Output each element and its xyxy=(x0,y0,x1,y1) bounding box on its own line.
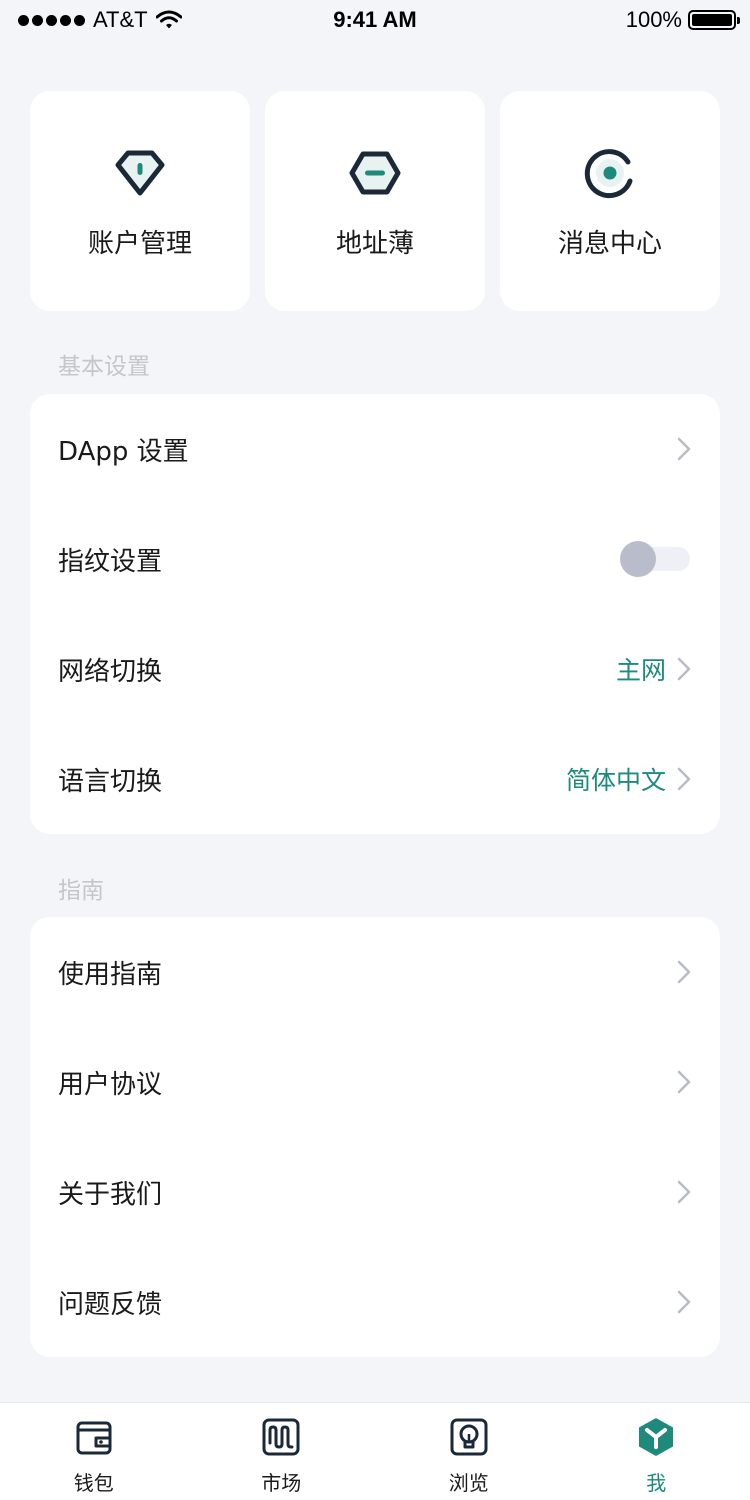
fingerprint-settings-label: 指纹设置 xyxy=(58,546,163,577)
user-guide-row[interactable]: 使用指南 xyxy=(30,917,720,1027)
tab-browse-label: 浏览 xyxy=(448,1471,489,1495)
about-us-label: 关于我们 xyxy=(58,1179,163,1210)
basic-settings-group: DApp 设置 指纹设置 网络切换 主网 语言切换 简体中文 xyxy=(30,394,720,834)
language-switch-row[interactable]: 语言切换 简体中文 xyxy=(30,724,720,834)
guide-group: 使用指南 用户协议 关于我们 问题反馈 xyxy=(30,917,720,1357)
fingerprint-settings-row: 指纹设置 xyxy=(30,504,720,614)
wifi-icon xyxy=(155,10,182,29)
tab-me-label: 我 xyxy=(646,1471,667,1495)
market-icon xyxy=(262,1418,300,1456)
user-guide-label: 使用指南 xyxy=(58,959,163,990)
chevron-right-icon xyxy=(677,1180,691,1204)
address-book-icon xyxy=(347,147,403,199)
tab-market-label: 市场 xyxy=(261,1471,302,1495)
signal-strength-icon xyxy=(18,14,85,26)
message-center-label: 消息中心 xyxy=(557,229,662,259)
guide-title: 指南 xyxy=(58,878,104,904)
language-switch-label: 语言切换 xyxy=(58,766,163,797)
chevron-right-icon xyxy=(677,767,691,791)
about-us-row[interactable]: 关于我们 xyxy=(30,1137,720,1247)
chevron-right-icon xyxy=(677,960,691,984)
fingerprint-toggle[interactable] xyxy=(620,541,690,577)
user-agreement-label: 用户协议 xyxy=(58,1069,163,1100)
browse-icon xyxy=(450,1418,488,1456)
status-bar: AT&T 9:41 AM 100% xyxy=(0,0,750,40)
account-shield-icon xyxy=(112,147,168,199)
account-management-card[interactable]: 账户管理 xyxy=(30,91,250,311)
status-left: AT&T xyxy=(18,7,182,33)
user-agreement-row[interactable]: 用户协议 xyxy=(30,1027,720,1137)
basic-settings-title: 基本设置 xyxy=(58,354,150,380)
dapp-settings-row[interactable]: DApp 设置 xyxy=(30,394,720,504)
account-management-label: 账户管理 xyxy=(87,229,192,259)
feedback-label: 问题反馈 xyxy=(58,1289,163,1320)
feedback-row[interactable]: 问题反馈 xyxy=(30,1247,720,1357)
chevron-right-icon xyxy=(677,437,691,461)
wallet-icon xyxy=(76,1421,112,1455)
status-right: 100% xyxy=(625,7,740,33)
tab-wallet[interactable]: 钱包 xyxy=(0,1403,188,1500)
message-center-card[interactable]: 消息中心 xyxy=(500,91,720,311)
dapp-settings-label: DApp 设置 xyxy=(58,436,189,467)
chevron-right-icon xyxy=(677,1070,691,1094)
battery-icon xyxy=(688,10,740,30)
shortcut-cards: 账户管理 地址薄 消息中心 xyxy=(30,91,720,311)
language-value: 简体中文 xyxy=(565,766,666,795)
battery-fill xyxy=(692,14,732,26)
network-switch-row[interactable]: 网络切换 主网 xyxy=(30,614,720,724)
me-icon xyxy=(639,1418,674,1456)
tab-market[interactable]: 市场 xyxy=(188,1403,376,1500)
network-switch-label: 网络切换 xyxy=(58,656,163,687)
tab-browse[interactable]: 浏览 xyxy=(375,1403,563,1500)
chevron-right-icon xyxy=(677,1290,691,1314)
bottom-tab-bar: 钱包 市场 浏览 我 xyxy=(0,1402,750,1500)
network-value: 主网 xyxy=(615,656,666,685)
carrier-name: AT&T xyxy=(93,7,148,32)
tab-me[interactable]: 我 xyxy=(563,1403,750,1500)
chevron-right-icon xyxy=(677,657,691,681)
message-center-icon xyxy=(582,147,638,199)
tab-wallet-label: 钱包 xyxy=(73,1471,114,1495)
toggle-knob xyxy=(620,541,656,577)
address-book-label: 地址薄 xyxy=(335,229,414,259)
address-book-card[interactable]: 地址薄 xyxy=(265,91,485,311)
battery-percent: 100% xyxy=(625,7,682,32)
